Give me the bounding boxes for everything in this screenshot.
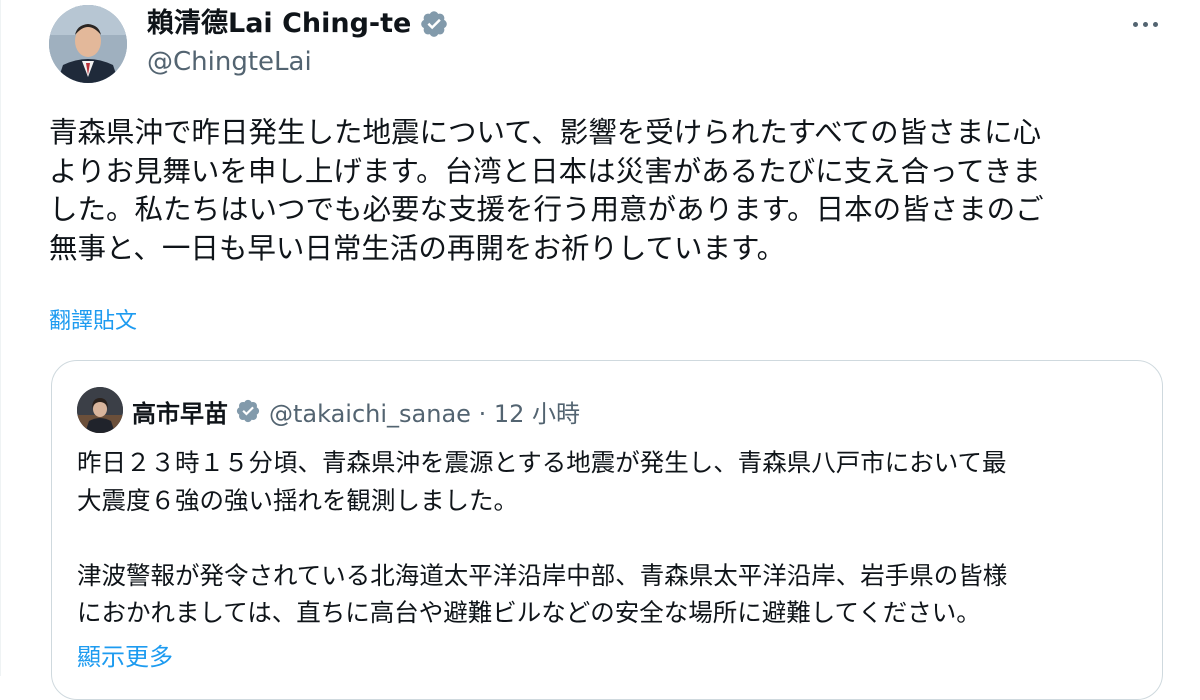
more-dot [1142, 21, 1148, 27]
quoted-tweet-text: 昨日２３時１５分頃、青森県沖を震源とする地震が発生し、青森県八戸市において最 大… [77, 444, 1147, 632]
quoted-header: 高市早苗 @takaichi_sanae · 12 小時 [132, 391, 580, 431]
author-handle[interactable]: @ChingteLai [147, 44, 312, 80]
tweet-text-line: 無事と、一日も早い日常生活の再開をお祈りしています。 [49, 231, 786, 265]
tweet-text-line: した。私たちはいつでも必要な支援を行う用意があります。日本の皆さまのご [49, 193, 1044, 226]
quoted-text-line [77, 519, 1147, 557]
quoted-author-avatar-image [77, 387, 123, 433]
quoted-text-line: 津波警報が発令されている北海道太平洋沿岸中部、青森県太平洋沿岸、岩手県の皆様 [77, 560, 1008, 590]
quoted-tweet-card[interactable]: 高市早苗 @takaichi_sanae · 12 小時 昨日２３時１５分頃、青… [51, 360, 1163, 700]
tweet-text-line: よりお見舞いを申し上げます。台湾と日本は災害があるたびに支え合ってきま [49, 154, 1041, 188]
tweet-text-line: 青森県沖で昨日発生した地震について、影響を受けられたすべての皆さまに心 [49, 116, 1042, 149]
tweet-text: 青森県沖で昨日発生した地震について、影響を受けられたすべての皆さまに心 よりお見… [49, 114, 1169, 268]
quoted-author-avatar[interactable] [77, 387, 123, 433]
author-avatar-image [49, 5, 127, 83]
quoted-handle-timestamp[interactable]: @takaichi_sanae · 12 小時 [269, 394, 580, 429]
more-dot [1152, 21, 1158, 27]
author-name-row[interactable]: 賴清德Lai Ching-te [147, 6, 449, 42]
verified-badge-icon[interactable] [235, 398, 261, 424]
quoted-text-line: におかれましては、直ちに高台や避難ビルなどの安全な場所に避難してください。 [77, 598, 981, 627]
tweet: 賴清德Lai Ching-te @ChingteLai 青森県沖で昨日発生した地… [0, 0, 1200, 700]
more-dot [1132, 21, 1138, 27]
quoted-author-name[interactable]: 高市早苗 [132, 394, 228, 429]
translate-post-link[interactable]: 翻譯貼文 [49, 307, 137, 337]
quoted-text-line: 昨日２３時１５分頃、青森県沖を震源とする地震が発生し、青森県八戸市において最 [77, 448, 1007, 477]
quoted-text-line: 大震度６強の強い揺れを観測しました。 [77, 485, 518, 515]
verified-badge-icon[interactable] [419, 9, 449, 39]
author-avatar[interactable] [49, 5, 127, 83]
show-more-link[interactable]: 顯示更多 [77, 641, 173, 673]
author-name[interactable]: 賴清德Lai Ching-te [147, 6, 411, 42]
more-options-button[interactable] [1125, 10, 1165, 38]
